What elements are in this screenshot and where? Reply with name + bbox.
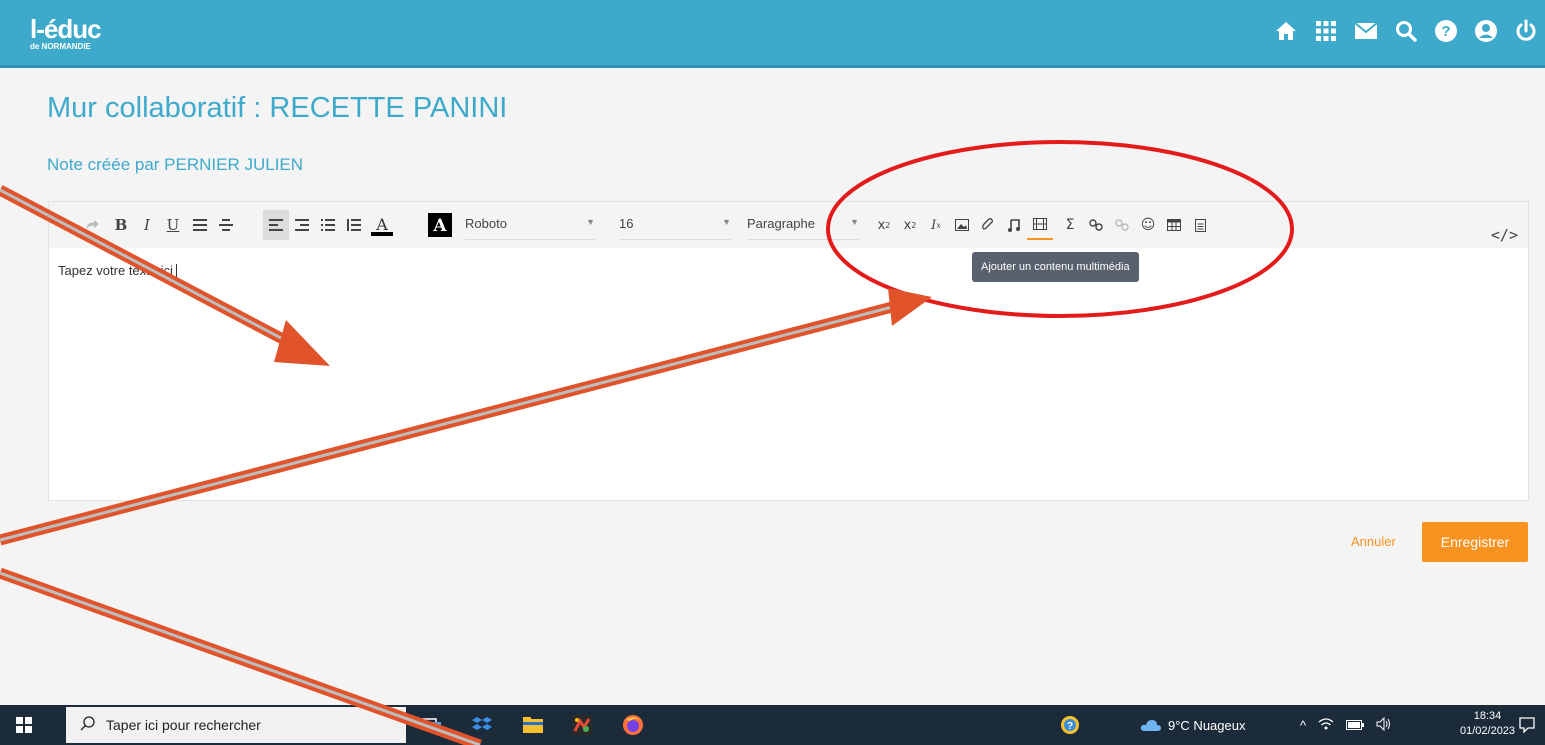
page-title: Mur collaboratif : RECETTE PANINI [47, 92, 508, 124]
page: l-éduc de NORMANDIE ? Mur collaboratif:… [0, 0, 1545, 745]
bullet-list-icon[interactable] [317, 210, 339, 240]
system-tray: ^ [1300, 705, 1392, 745]
superscript-icon[interactable]: x2 [899, 210, 921, 240]
text-cursor [175, 264, 177, 280]
audio-icon[interactable] [1003, 210, 1025, 240]
block-format-select[interactable]: Paragraphe ▼ [747, 212, 859, 240]
search-icon [80, 715, 96, 736]
cancel-button[interactable]: Annuler [1351, 534, 1396, 549]
font-family-value: Roboto [465, 216, 507, 231]
battery-icon[interactable] [1346, 718, 1365, 733]
note-author: Note créée par PERNIER JULIEN [47, 155, 304, 174]
taskbar-clock[interactable]: 18:34 01/02/2023 [1460, 709, 1515, 739]
subscript-icon[interactable]: x2 [873, 210, 895, 240]
document-icon[interactable] [1189, 210, 1211, 240]
help-tray-icon[interactable]: ? [1055, 711, 1085, 739]
logo-sub: de NORMANDIE [30, 42, 91, 51]
bold-icon[interactable]: B [111, 210, 131, 240]
weather-widget[interactable]: 9°C Nuageux [1140, 705, 1245, 745]
rich-text-editor: B I U A A Roboto ▼ 16 ▼ Paragraphe ▼ x 2… [48, 201, 1529, 501]
chevron-down-icon: ▼ [586, 217, 595, 227]
clock-date: 01/02/2023 [1460, 725, 1516, 737]
image-icon[interactable] [951, 210, 973, 240]
weather-text: 9°C Nuageux [1168, 717, 1246, 733]
chevron-up-icon[interactable]: ^ [1300, 718, 1306, 733]
formula-icon[interactable]: Σ [1059, 210, 1081, 240]
power-icon[interactable] [1513, 18, 1539, 44]
font-size-value: 16 [619, 216, 634, 231]
font-size-select[interactable]: 16 ▼ [619, 212, 731, 240]
undo-icon[interactable] [55, 210, 75, 240]
source-code-button[interactable]: </> [1491, 226, 1518, 244]
mail-icon[interactable] [1353, 18, 1379, 44]
editor-toolbar: B I U A A Roboto ▼ 16 ▼ Paragraphe ▼ x 2… [49, 202, 1528, 248]
header-icons: ? [1273, 18, 1539, 44]
svg-text:A: A [432, 216, 447, 236]
unlink-icon[interactable] [1111, 210, 1133, 240]
taskbar-search-box[interactable]: Taper ici pour rechercher [66, 707, 406, 743]
video-icon[interactable] [1027, 210, 1053, 240]
search-icon[interactable] [1393, 18, 1419, 44]
font-family-select[interactable]: Roboto ▼ [465, 212, 595, 240]
clock-time: 18:34 [1473, 710, 1502, 722]
underline-icon[interactable]: U [163, 210, 183, 240]
align-justify-icon[interactable] [189, 210, 211, 240]
save-button[interactable]: Enregistrer [1422, 522, 1528, 562]
task-view-icon[interactable] [417, 711, 447, 739]
italic-icon[interactable]: I [137, 210, 157, 240]
redo-icon[interactable] [82, 210, 102, 240]
file-explorer-icon[interactable] [518, 711, 548, 739]
logo-main: l-éduc [30, 14, 102, 44]
chevron-down-icon: ▼ [722, 217, 731, 227]
link-icon[interactable] [1085, 210, 1107, 240]
notification-icon[interactable] [1512, 711, 1542, 739]
align-right-icon[interactable] [291, 210, 313, 240]
chevron-down-icon: ▼ [850, 217, 859, 227]
numbered-list-icon[interactable] [343, 210, 365, 240]
svg-text:A: A [375, 215, 388, 234]
site-logo[interactable]: l-éduc de NORMANDIE [30, 14, 102, 51]
cloud-icon [1140, 720, 1161, 731]
table-icon[interactable] [1163, 210, 1185, 240]
wifi-icon[interactable] [1318, 717, 1334, 734]
home-icon[interactable] [1273, 18, 1299, 44]
attachment-icon[interactable] [977, 210, 999, 240]
block-format-value: Paragraphe [747, 216, 815, 231]
editor-text: Tapez votre texte ici [58, 263, 173, 278]
dropbox-icon[interactable] [467, 711, 497, 739]
svg-text:?: ? [1441, 23, 1450, 40]
svg-text:?: ? [1067, 721, 1073, 732]
emoji-icon[interactable]: ☺ [1137, 210, 1159, 240]
volume-icon[interactable] [1376, 716, 1392, 734]
align-center-icon[interactable] [215, 210, 237, 240]
top-header: l-éduc de NORMANDIE ? [0, 0, 1545, 68]
apps-grid-icon[interactable] [1313, 18, 1339, 44]
taskbar-search-placeholder: Taper ici pour rechercher [106, 717, 261, 733]
firefox-icon[interactable] [618, 711, 648, 739]
photo-app-icon[interactable] [567, 711, 597, 739]
text-color-icon[interactable]: A [369, 210, 395, 240]
align-left-icon[interactable] [263, 210, 289, 240]
highlight-color-icon[interactable]: A [427, 210, 453, 240]
multimedia-tooltip: Ajouter un contenu multimédia [972, 252, 1139, 282]
windows-taskbar: Taper ici pour rechercher ? 9°C Nuageux … [0, 705, 1545, 745]
user-icon[interactable] [1473, 18, 1499, 44]
clear-format-icon[interactable]: Ix [925, 210, 947, 240]
editor-content[interactable]: Tapez votre texte ici [58, 263, 177, 280]
help-icon[interactable]: ? [1433, 18, 1459, 44]
windows-start-icon[interactable] [0, 705, 48, 745]
